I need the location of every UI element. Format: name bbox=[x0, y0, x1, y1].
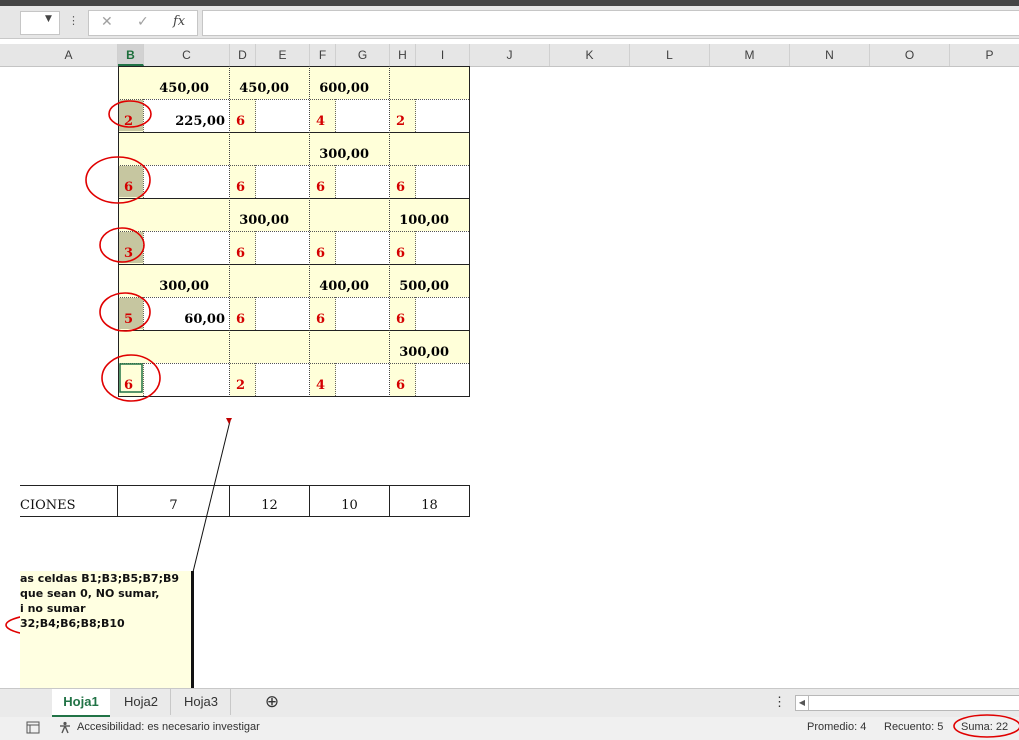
amount-cell-c[interactable]: 60,00 bbox=[144, 297, 230, 330]
formula-buttons: ✕ ✓ fx bbox=[88, 10, 198, 36]
count-cell-h[interactable]: 2 bbox=[390, 99, 416, 132]
col-header-j[interactable]: J bbox=[470, 44, 550, 66]
add-sheet-icon[interactable]: ⊕ bbox=[260, 689, 284, 715]
red-circle-annotation bbox=[953, 714, 1019, 738]
col-header-g[interactable]: G bbox=[336, 44, 390, 66]
summary-f[interactable]: 10 bbox=[310, 485, 390, 517]
cancel-icon[interactable]: ✕ bbox=[101, 14, 113, 30]
col-header-p[interactable]: P bbox=[950, 44, 1019, 66]
amount-cell-c[interactable] bbox=[144, 165, 230, 198]
sheet-tab-hoja1[interactable]: Hoja1 bbox=[52, 689, 110, 717]
summary-b[interactable]: 7 bbox=[118, 485, 230, 517]
summary-d[interactable]: 12 bbox=[230, 485, 310, 517]
col-header-m[interactable]: M bbox=[710, 44, 790, 66]
col-header-e[interactable]: E bbox=[256, 44, 310, 66]
sheet-tab-hoja2[interactable]: Hoja2 bbox=[112, 689, 171, 715]
count-cell-h[interactable]: 6 bbox=[390, 231, 416, 264]
col-header-l[interactable]: L bbox=[630, 44, 710, 66]
count-cell-b[interactable]: 5 bbox=[118, 297, 144, 330]
status-bar: Accesibilidad: es necesario investigar P… bbox=[0, 714, 1019, 740]
name-box[interactable]: ▼ bbox=[20, 11, 60, 35]
amount-cell[interactable]: 300,00 bbox=[118, 264, 214, 297]
amount-cell[interactable]: 100,00 bbox=[390, 198, 454, 231]
col-header-n[interactable]: N bbox=[790, 44, 870, 66]
amount-cell[interactable]: 300,00 bbox=[230, 198, 294, 231]
count-cell-b[interactable]: 2 bbox=[118, 99, 144, 132]
amount-cell[interactable]: 400,00 bbox=[310, 264, 374, 297]
amount-cell[interactable]: 600,00 bbox=[310, 66, 374, 99]
accessibility-icon[interactable] bbox=[58, 721, 73, 737]
count-cell-d[interactable]: 6 bbox=[230, 297, 256, 330]
count-cell-f[interactable]: 6 bbox=[310, 231, 336, 264]
amount-cell[interactable]: 300,00 bbox=[310, 132, 374, 165]
sheet-tab-bar: Hoja1 Hoja2 Hoja3 ⊕ ⋮ ◀ bbox=[0, 688, 1019, 717]
col-header-k[interactable]: K bbox=[550, 44, 630, 66]
amount-cell-c[interactable]: 225,00 bbox=[144, 99, 230, 132]
amount-cell[interactable]: 450,00 bbox=[118, 66, 214, 99]
chevron-down-icon[interactable]: ▼ bbox=[45, 14, 52, 24]
page-layout-icon[interactable] bbox=[26, 721, 40, 737]
count-cell-h[interactable]: 6 bbox=[390, 165, 416, 198]
count-cell-f[interactable]: 6 bbox=[310, 297, 336, 330]
summary-label[interactable]: CIONES bbox=[20, 485, 118, 517]
col-header-h[interactable]: H bbox=[390, 44, 416, 66]
comment-line: que sean 0, NO sumar, bbox=[20, 587, 160, 600]
count-cell-h[interactable]: 6 bbox=[390, 363, 416, 396]
more-options-icon[interactable]: ⋮ bbox=[68, 14, 79, 27]
col-header-c[interactable]: C bbox=[144, 44, 230, 66]
status-average[interactable]: Promedio: 4 bbox=[807, 721, 866, 733]
amount-cell[interactable]: 500,00 bbox=[390, 264, 454, 297]
count-cell-b[interactable]: 3 bbox=[118, 231, 144, 264]
comment-line: as celdas B1;B3;B5;B7;B9 bbox=[20, 572, 180, 585]
status-count[interactable]: Recuento: 5 bbox=[884, 721, 943, 733]
sheet-tab-hoja3[interactable]: Hoja3 bbox=[172, 689, 231, 715]
col-header-d[interactable]: D bbox=[230, 44, 256, 66]
comment-line: 32;B4;B6;B8;B10 bbox=[20, 617, 125, 630]
col-header-f[interactable]: F bbox=[310, 44, 336, 66]
count-cell-f[interactable]: 4 bbox=[310, 363, 336, 396]
summary-h[interactable]: 18 bbox=[390, 485, 470, 517]
col-header-i[interactable]: I bbox=[416, 44, 470, 66]
count-cell-b[interactable]: 6 bbox=[118, 165, 144, 198]
scroll-left-icon[interactable]: ◀ bbox=[796, 696, 809, 710]
column-headers: A B C D E F G H I J K L M N O P bbox=[0, 44, 1019, 67]
count-cell-h[interactable]: 6 bbox=[390, 297, 416, 330]
formula-bar: ▼ ⋮ ✕ ✓ fx bbox=[0, 6, 1019, 39]
col-header-a[interactable]: A bbox=[20, 44, 118, 66]
formula-input[interactable] bbox=[202, 10, 1019, 36]
amount-cell-c[interactable] bbox=[144, 231, 230, 264]
count-cell-d[interactable]: 6 bbox=[230, 99, 256, 132]
cell-comment-box[interactable]: as celdas B1;B3;B5;B7;B9 que sean 0, NO … bbox=[20, 571, 194, 688]
col-header-o[interactable]: O bbox=[870, 44, 950, 66]
count-cell-d[interactable]: 2 bbox=[230, 363, 256, 396]
count-cell-f[interactable]: 6 bbox=[310, 165, 336, 198]
count-cell-b[interactable]: 6 bbox=[118, 363, 144, 396]
amount-cell[interactable]: 300,00 bbox=[390, 330, 454, 363]
amount-cell[interactable]: 450,00 bbox=[230, 66, 294, 99]
amount-cell-c[interactable] bbox=[144, 363, 230, 396]
col-header-b[interactable]: B bbox=[118, 44, 144, 66]
accessibility-status[interactable]: Accesibilidad: es necesario investigar bbox=[77, 721, 260, 733]
confirm-icon[interactable]: ✓ bbox=[137, 14, 149, 30]
count-cell-f[interactable]: 4 bbox=[310, 99, 336, 132]
insert-function-icon[interactable]: fx bbox=[173, 14, 185, 29]
count-cell-d[interactable]: 6 bbox=[230, 231, 256, 264]
more-tabs-icon[interactable]: ⋮ bbox=[773, 689, 786, 715]
count-cell-d[interactable]: 6 bbox=[230, 165, 256, 198]
comment-line: i no sumar bbox=[20, 602, 86, 615]
cell-fill bbox=[118, 132, 470, 165]
